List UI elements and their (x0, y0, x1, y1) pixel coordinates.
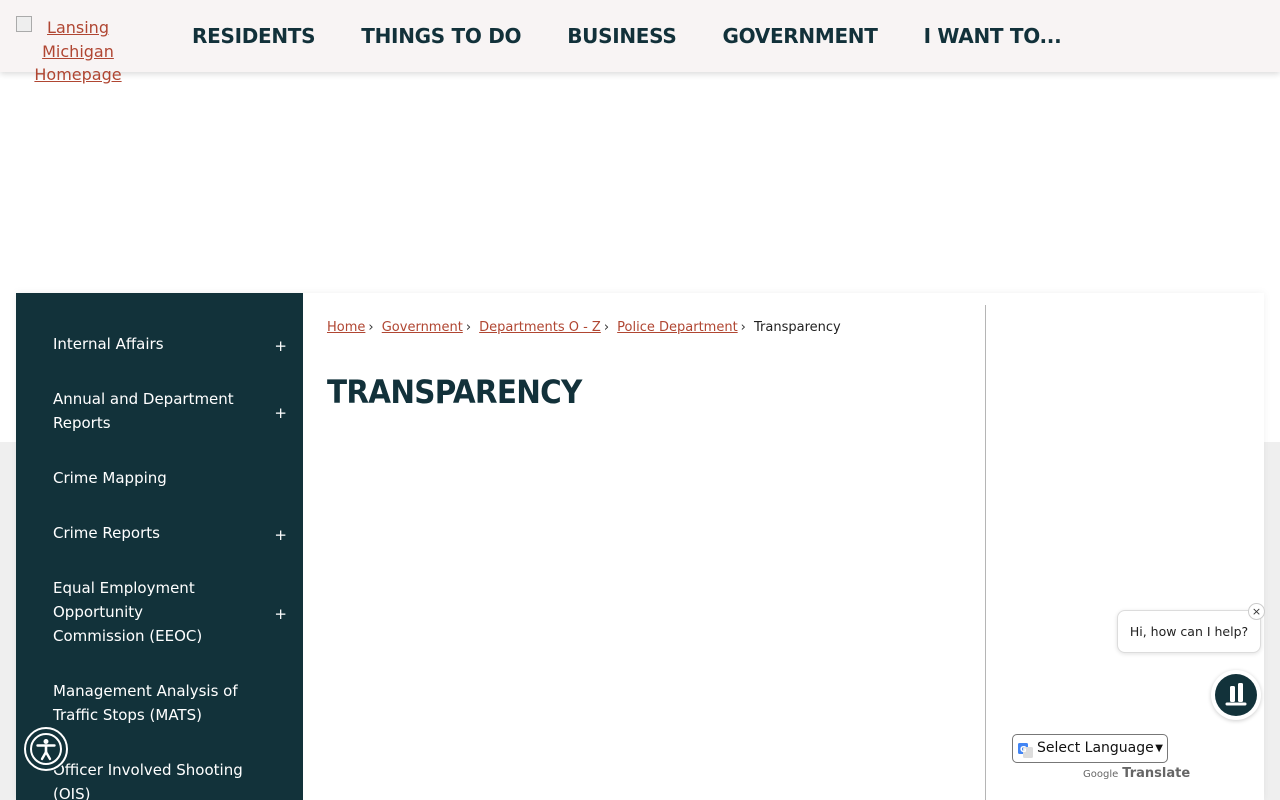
chat-greeting-text: Hi, how can I help? (1129, 624, 1249, 639)
nav-things-to-do[interactable]: THINGS TO DO (361, 24, 521, 48)
page-content: Home › Government › Departments O - Z › Pol… (327, 293, 977, 800)
language-select-label: Select Language (1037, 740, 1154, 756)
breadcrumb-departments[interactable]: Departments O - Z (479, 320, 601, 335)
google-label: Google (1083, 769, 1119, 780)
chevron-down-icon: ▼ (1155, 743, 1163, 754)
home-logo-link[interactable]: Lansing Michigan Homepage (16, 16, 140, 87)
breadcrumb-current: Transparency (754, 320, 841, 335)
sidebar-item-label: Officer Involved Shooting (OIS) (53, 761, 243, 800)
translate-link[interactable]: Translate (1122, 766, 1190, 781)
sidebar-item-label: Annual and Department Reports (53, 390, 234, 432)
sidebar-item-label: Internal Affairs (53, 335, 164, 353)
sidebar-nav: Internal Affairs + Annual and Department… (16, 293, 303, 800)
sidebar-item-annual-reports[interactable]: Annual and Department Reports + (16, 373, 303, 452)
chat-launcher-button[interactable] (1211, 670, 1261, 720)
google-translate-icon: G (1018, 741, 1033, 758)
sidebar-item-eeoc[interactable]: Equal Employment Opportunity Commission … (16, 562, 303, 665)
expand-toggle-icon[interactable]: + (274, 334, 287, 358)
sidebar-item-internal-affairs[interactable]: Internal Affairs + (16, 318, 303, 373)
breadcrumb-separator: › (465, 320, 472, 335)
chat-greeting-bubble[interactable]: Hi, how can I help? (1117, 610, 1261, 653)
sidebar-item-label: Crime Reports (53, 524, 160, 542)
expand-toggle-icon[interactable]: + (274, 523, 287, 547)
breadcrumb-police-department[interactable]: Police Department (617, 320, 738, 335)
language-select[interactable]: G Select Language ▼ (1012, 734, 1168, 763)
expand-toggle-icon[interactable]: + (274, 602, 287, 626)
svg-text:G: G (1020, 745, 1027, 754)
page-title: TRANSPARENCY (327, 373, 582, 411)
breadcrumb-separator: › (740, 320, 746, 335)
logo-alt-text: Lansing Michigan Homepage (34, 18, 122, 84)
main-nav: RESIDENTS THINGS TO DO BUSINESS GOVERNME… (192, 0, 1107, 72)
nav-business[interactable]: BUSINESS (567, 24, 677, 48)
sidebar-item-label: Crime Mapping (53, 469, 167, 487)
nav-government[interactable]: GOVERNMENT (722, 24, 877, 48)
nav-i-want-to[interactable]: I WANT TO... (924, 24, 1062, 48)
accessibility-icon (30, 733, 62, 765)
sidebar-item-label: Management Analysis of Traffic Stops (MA… (53, 682, 238, 724)
content-divider (985, 305, 986, 800)
chat-icon (1215, 674, 1257, 716)
breadcrumb-government[interactable]: Government (382, 320, 463, 335)
breadcrumb-home[interactable]: Home (327, 320, 365, 335)
sidebar-item-crime-mapping[interactable]: Crime Mapping (16, 452, 303, 507)
nav-residents[interactable]: RESIDENTS (192, 24, 316, 48)
broken-image-icon (16, 16, 32, 32)
accessibility-button[interactable] (24, 727, 68, 771)
expand-toggle-icon[interactable]: + (274, 401, 287, 425)
sidebar-item-crime-reports[interactable]: Crime Reports + (16, 507, 303, 562)
powered-by-google: Google Translate (1083, 766, 1190, 781)
main-container: Internal Affairs + Annual and Department… (16, 293, 1264, 800)
close-icon[interactable]: × (1248, 603, 1265, 620)
sidebar-item-label: Equal Employment Opportunity Commission … (53, 579, 203, 645)
breadcrumb-separator: › (368, 320, 374, 335)
site-header: Lansing Michigan Homepage RESIDENTS THIN… (0, 0, 1280, 84)
breadcrumb-separator: › (603, 320, 610, 335)
breadcrumb: Home › Government › Departments O - Z › Pol… (327, 320, 841, 336)
